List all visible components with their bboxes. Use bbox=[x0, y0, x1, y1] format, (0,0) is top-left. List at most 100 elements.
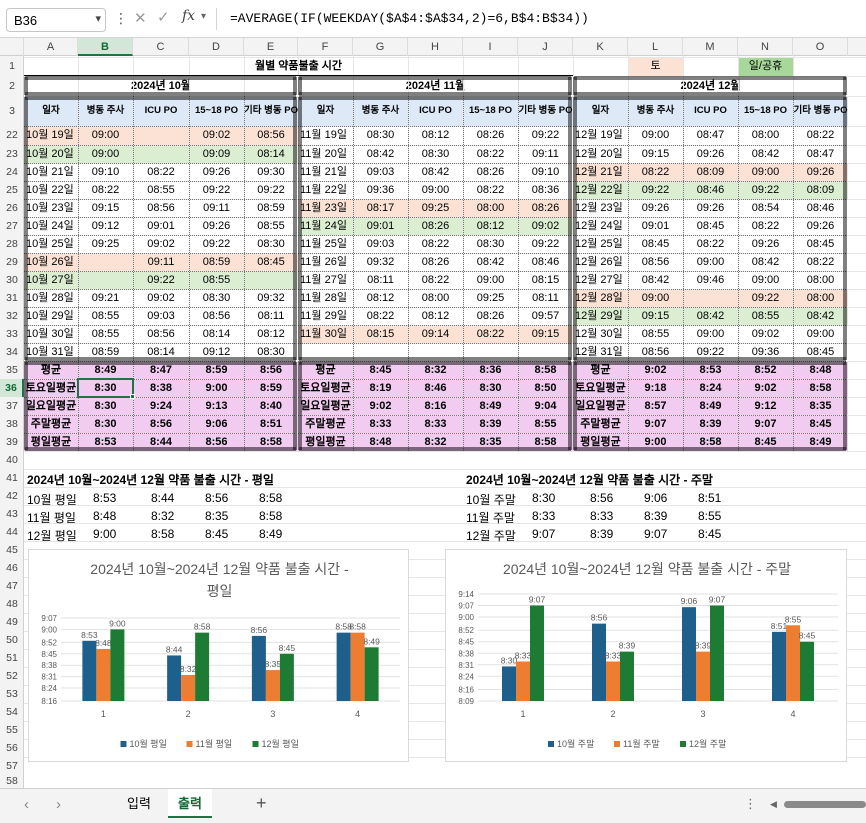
more-options-icon[interactable]: ⋮ bbox=[744, 796, 757, 812]
row-header-36[interactable]: 36 bbox=[0, 379, 24, 397]
column-header-g[interactable]: G bbox=[353, 38, 408, 56]
tab-output[interactable]: 출력 bbox=[168, 789, 212, 818]
row-header-42[interactable]: 42 bbox=[0, 487, 24, 505]
row-header-25[interactable]: 25 bbox=[0, 181, 24, 199]
row-header-30[interactable]: 30 bbox=[0, 271, 24, 289]
column-header-e[interactable]: E bbox=[244, 38, 298, 56]
row-header-34[interactable]: 34 bbox=[0, 343, 24, 361]
row-header-3[interactable]: 3 bbox=[0, 96, 24, 126]
bar-11월-평일-2[interactable] bbox=[181, 674, 196, 701]
summary-row-value: 8:49 bbox=[259, 527, 283, 541]
row-header-24[interactable]: 24 bbox=[0, 163, 24, 181]
row-header-41[interactable]: 41 bbox=[0, 469, 24, 487]
bar-12월-주말-3[interactable] bbox=[710, 605, 724, 701]
prev-sheet-icon[interactable]: ‹ bbox=[24, 796, 29, 813]
row-header-2[interactable]: 2 bbox=[0, 76, 24, 96]
bar-chart-weekend[interactable]: 2024년 10월~2024년 12월 약품 불출 시간 - 주말 8:09 8:1… bbox=[445, 549, 847, 762]
bar-12월-평일-1[interactable] bbox=[110, 629, 125, 701]
next-sheet-icon[interactable]: › bbox=[56, 796, 61, 813]
summary-row-value: 8:45 bbox=[698, 527, 722, 541]
row-header-51[interactable]: 51 bbox=[0, 649, 24, 667]
enter-check-icon[interactable]: ✓ bbox=[157, 8, 170, 26]
row-header-56[interactable]: 56 bbox=[0, 739, 24, 757]
expand-formula-chevron-icon[interactable]: ▾ bbox=[201, 11, 206, 22]
row-header-22[interactable]: 22 bbox=[0, 126, 24, 145]
add-sheet-icon[interactable]: + bbox=[256, 793, 267, 814]
column-header-o[interactable]: O bbox=[793, 38, 848, 56]
row-header-37[interactable]: 37 bbox=[0, 397, 24, 415]
scroll-left-icon[interactable]: ◀ bbox=[770, 799, 777, 810]
chevron-down-icon[interactable]: ▾ bbox=[95, 12, 101, 25]
name-box[interactable]: B36 ▾ bbox=[6, 8, 106, 32]
row-header-58[interactable]: 58 bbox=[0, 775, 24, 787]
row-header-43[interactable]: 43 bbox=[0, 505, 24, 523]
row-header-52[interactable]: 52 bbox=[0, 667, 24, 685]
row-header-53[interactable]: 53 bbox=[0, 685, 24, 703]
column-header-b[interactable]: B bbox=[78, 38, 133, 56]
bar-10월-평일-4[interactable] bbox=[336, 632, 351, 701]
bar-10월-평일-2[interactable] bbox=[167, 655, 182, 701]
bar-chart-weekday[interactable]: 2024년 10월~2024년 12월 약품 불출 시간 - 평일 8:16 8:24… bbox=[28, 549, 409, 762]
select-all-corner[interactable] bbox=[0, 38, 24, 56]
row-header-38[interactable]: 38 bbox=[0, 415, 24, 433]
row-header-54[interactable]: 54 bbox=[0, 703, 24, 721]
tab-input[interactable]: 입력 bbox=[110, 789, 168, 818]
bar-11월-주말-2[interactable] bbox=[606, 661, 620, 701]
row-header-26[interactable]: 26 bbox=[0, 199, 24, 217]
bar-12월-주말-1[interactable] bbox=[530, 605, 544, 701]
bar-10월-주말-3[interactable] bbox=[682, 607, 696, 701]
bar-11월-주말-1[interactable] bbox=[516, 661, 530, 701]
row-header-55[interactable]: 55 bbox=[0, 721, 24, 739]
column-header-l[interactable]: L bbox=[628, 38, 683, 56]
bar-11월-평일-3[interactable] bbox=[265, 670, 280, 701]
bar-11월-주말-3[interactable] bbox=[696, 651, 710, 701]
row-header-57[interactable]: 57 bbox=[0, 757, 24, 775]
column-header-m[interactable]: M bbox=[683, 38, 738, 56]
bar-10월-평일-1[interactable] bbox=[82, 640, 97, 701]
row-header-49[interactable]: 49 bbox=[0, 613, 24, 631]
bar-12월-평일-3[interactable] bbox=[279, 653, 294, 701]
column-header-f[interactable]: F bbox=[298, 38, 353, 56]
bar-10월-주말-2[interactable] bbox=[592, 623, 606, 701]
insert-function-icon[interactable]: fx bbox=[182, 8, 195, 24]
x-tick-label: 1 bbox=[520, 709, 525, 719]
row-header-50[interactable]: 50 bbox=[0, 631, 24, 649]
row-header-1[interactable]: 1 bbox=[0, 57, 24, 76]
column-header-k[interactable]: K bbox=[573, 38, 628, 56]
more-options-icon[interactable]: ⋮ bbox=[114, 10, 128, 27]
cancel-icon[interactable]: ✕ bbox=[134, 9, 147, 27]
bar-12월-주말-4[interactable] bbox=[800, 641, 814, 701]
column-header-c[interactable]: C bbox=[133, 38, 189, 56]
row-header-46[interactable]: 46 bbox=[0, 559, 24, 577]
row-header-40[interactable]: 40 bbox=[0, 451, 24, 469]
column-header-d[interactable]: D bbox=[189, 38, 244, 56]
bar-10월-주말-4[interactable] bbox=[772, 631, 786, 701]
bar-12월-평일-2[interactable] bbox=[195, 632, 210, 701]
bar-11월-평일-1[interactable] bbox=[96, 648, 111, 701]
row-header-29[interactable]: 29 bbox=[0, 253, 24, 271]
row-header-31[interactable]: 31 bbox=[0, 289, 24, 307]
column-header-h[interactable]: H bbox=[408, 38, 463, 56]
row-header-23[interactable]: 23 bbox=[0, 145, 24, 163]
formula-input[interactable]: =AVERAGE(IF(WEEKDAY($A$4:$A$34,2)=6,B$4:… bbox=[230, 11, 589, 26]
row-header-28[interactable]: 28 bbox=[0, 235, 24, 253]
row-header-44[interactable]: 44 bbox=[0, 523, 24, 541]
row-header-32[interactable]: 32 bbox=[0, 307, 24, 325]
row-header-45[interactable]: 45 bbox=[0, 541, 24, 559]
worksheet-grid[interactable]: 월별 약품불출 시간 토 일/공휴 2024년 10월 일자 병동 주사 ICU PO 15~… bbox=[24, 56, 866, 788]
fill-handle[interactable] bbox=[130, 394, 135, 399]
column-header-i[interactable]: I bbox=[463, 38, 518, 56]
bar-10월-주말-1[interactable] bbox=[502, 666, 516, 701]
row-header-35[interactable]: 35 bbox=[0, 361, 24, 379]
horizontal-scrollbar[interactable] bbox=[784, 801, 866, 808]
column-header-j[interactable]: J bbox=[518, 38, 573, 56]
row-header-47[interactable]: 47 bbox=[0, 577, 24, 595]
row-header-39[interactable]: 39 bbox=[0, 433, 24, 451]
bar-12월-주말-2[interactable] bbox=[620, 651, 634, 701]
column-header-n[interactable]: N bbox=[738, 38, 793, 56]
row-header-33[interactable]: 33 bbox=[0, 325, 24, 343]
bar-12월-평일-4[interactable] bbox=[364, 647, 379, 701]
row-header-48[interactable]: 48 bbox=[0, 595, 24, 613]
row-header-27[interactable]: 27 bbox=[0, 217, 24, 235]
column-header-a[interactable]: A bbox=[24, 38, 78, 56]
